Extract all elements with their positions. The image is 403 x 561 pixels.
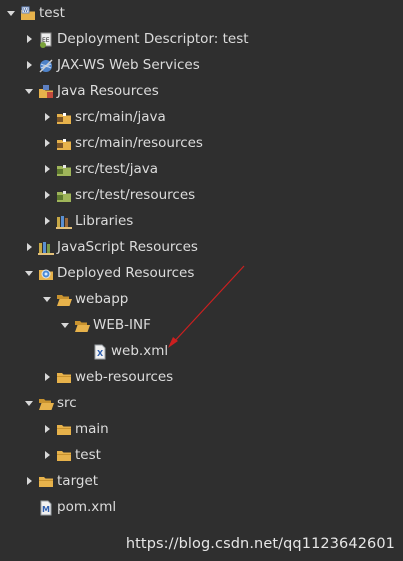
folder-open-icon: [38, 395, 54, 411]
tree-item-label: JAX-WS Web Services: [57, 57, 200, 73]
expand-arrow-icon[interactable]: [41, 104, 53, 130]
tree-item-label: web-resources: [75, 369, 174, 385]
tree-item-label: webapp: [75, 291, 129, 307]
tree-item-libraries[interactable]: Libraries: [41, 208, 133, 234]
tree-item-label: Java Resources: [57, 83, 159, 99]
tree-item-java-resources[interactable]: Java Resources: [23, 78, 159, 104]
tree-item-label: Deployed Resources: [57, 265, 195, 281]
tree-item-label: web.xml: [111, 343, 169, 359]
tree-item-deployment-descriptor-test[interactable]: EE Deployment Descriptor: test: [23, 26, 249, 52]
expand-arrow-icon[interactable]: [41, 442, 53, 468]
tree-item-src[interactable]: src: [23, 390, 77, 416]
tree-item-label: src/main/java: [75, 109, 166, 125]
collapse-arrow-icon[interactable]: [59, 312, 71, 338]
watermark: https://blog.csdn.net/qq1123642601: [125, 536, 395, 552]
expand-arrow-icon[interactable]: [41, 364, 53, 390]
expand-arrow-icon[interactable]: [41, 416, 53, 442]
tree-item-web-resources[interactable]: web-resources: [41, 364, 173, 390]
expand-arrow-icon[interactable]: [23, 468, 35, 494]
folder-icon: [56, 421, 72, 437]
folder-icon: [56, 447, 72, 463]
tree-item-webapp[interactable]: webapp: [41, 286, 128, 312]
tree-item-label: Deployment Descriptor: test: [57, 31, 249, 47]
expand-arrow-icon[interactable]: [23, 234, 35, 260]
tree-item-label: pom.xml: [57, 499, 117, 515]
tree-item-web-xml[interactable]: Xweb.xml: [77, 338, 168, 364]
folder-icon: [56, 369, 72, 385]
test-source-folder-icon: [56, 187, 72, 203]
collapse-arrow-icon[interactable]: [41, 286, 53, 312]
deployed-resources-icon: [38, 265, 54, 281]
svg-text:M: M: [42, 505, 50, 514]
xml-file-icon: X: [92, 343, 108, 360]
expand-arrow-icon[interactable]: [23, 26, 35, 52]
tree-item-label: main: [75, 421, 109, 437]
collapse-arrow-icon[interactable]: [23, 78, 35, 104]
expand-arrow-icon[interactable]: [41, 156, 53, 182]
no-expander: [77, 338, 89, 364]
tree-item-label: src: [57, 395, 77, 411]
tree-item-test[interactable]: test: [41, 442, 101, 468]
tree-item-web-inf[interactable]: WEB-INF: [59, 312, 151, 338]
tree-item-label: target: [57, 473, 99, 489]
tree-item-label: WEB-INF: [93, 317, 151, 333]
folder-open-icon: [56, 291, 72, 307]
libraries-icon: [56, 213, 72, 229]
source-folder-icon: [56, 109, 72, 125]
tree-item-label: src/main/resources: [75, 135, 203, 151]
tree-item-label: JavaScript Resources: [57, 239, 198, 255]
expand-arrow-icon[interactable]: [23, 52, 35, 78]
expand-arrow-icon[interactable]: [41, 208, 53, 234]
tree-item-src-test-java[interactable]: src/test/java: [41, 156, 158, 182]
svg-text:X: X: [97, 349, 104, 358]
tree-item-jax-ws-web-services[interactable]: JAX-WS Web Services: [23, 52, 200, 78]
tree-item-label: src/test/java: [75, 161, 159, 177]
project-icon: W: [20, 5, 36, 21]
source-folder-icon: [56, 135, 72, 151]
tree-item-deployed-resources[interactable]: Deployed Resources: [23, 260, 194, 286]
tree-item-src-test-resources[interactable]: src/test/resources: [41, 182, 195, 208]
tree-item-label: test: [75, 447, 101, 463]
maven-pom-icon: M: [38, 499, 54, 516]
web-services-icon: [38, 57, 54, 73]
tree-item-main[interactable]: main: [41, 416, 109, 442]
collapse-arrow-icon[interactable]: [23, 260, 35, 286]
svg-text:W: W: [23, 8, 28, 14]
tree-item-label: Libraries: [75, 213, 134, 229]
java-resources-icon: [38, 83, 54, 99]
javascript-resources-icon: [38, 239, 54, 255]
tree-item-label: src/test/resources: [75, 187, 196, 203]
tree-item-src-main-java[interactable]: src/main/java: [41, 104, 166, 130]
expand-arrow-icon[interactable]: [41, 182, 53, 208]
no-expander: [23, 494, 35, 520]
expand-arrow-icon[interactable]: [41, 130, 53, 156]
tree-item-test[interactable]: Wtest: [5, 0, 65, 26]
folder-open-icon: [74, 317, 90, 333]
deployment-descriptor-icon: EE: [38, 31, 54, 48]
tree-item-javascript-resources[interactable]: JavaScript Resources: [23, 234, 198, 260]
tree-item-pom-xml[interactable]: Mpom.xml: [23, 494, 116, 520]
folder-icon: [38, 473, 54, 489]
test-source-folder-icon: [56, 161, 72, 177]
tree-item-label: test: [39, 5, 65, 21]
tree-item-src-main-resources[interactable]: src/main/resources: [41, 130, 203, 156]
collapse-arrow-icon[interactable]: [23, 390, 35, 416]
tree-item-target[interactable]: target: [23, 468, 98, 494]
collapse-arrow-icon[interactable]: [5, 0, 17, 26]
